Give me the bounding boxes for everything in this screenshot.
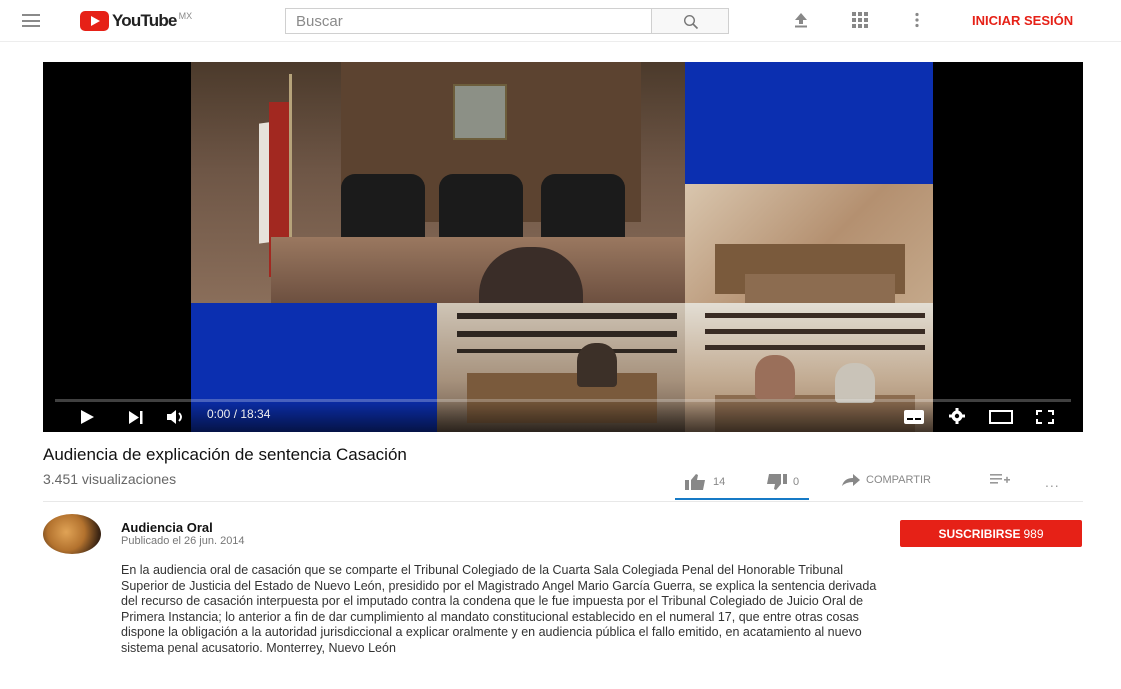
action-bar: 14 0 COMPARTIR ... — [675, 468, 1083, 500]
subscribe-label: SUSCRIBIRSE — [938, 526, 1021, 541]
more-actions-button[interactable]: ... — [1045, 474, 1060, 490]
play-icon[interactable] — [80, 410, 94, 424]
thumbs-up-icon — [685, 474, 705, 490]
next-icon[interactable] — [129, 411, 143, 424]
subscriber-count: 989 — [1023, 526, 1044, 541]
channel-name[interactable]: Audiencia Oral — [121, 520, 213, 535]
video-player[interactable]: 0:00 / 18:34 — [43, 62, 1083, 432]
like-ratio-bar — [675, 498, 809, 500]
logo-text: YouTube — [112, 11, 177, 30]
dislike-button[interactable]: 0 — [765, 474, 799, 490]
menu-icon[interactable] — [22, 14, 40, 27]
subtitles-icon[interactable] — [904, 410, 924, 424]
masthead: YouTube MX INICIAR SESIÓN — [0, 0, 1121, 42]
search-button[interactable] — [651, 8, 729, 34]
share-label: COMPARTIR — [866, 474, 931, 486]
play-logo-icon — [80, 11, 109, 31]
time-display: 0:00 / 18:34 — [207, 407, 271, 421]
courtroom-pane — [191, 62, 685, 303]
signin-link[interactable]: INICIAR SESIÓN — [972, 13, 1073, 28]
video-title: Audiencia de explicación de sentencia Ca… — [43, 445, 407, 464]
search-input[interactable] — [285, 8, 651, 34]
upload-icon[interactable] — [793, 12, 809, 28]
more-vert-icon[interactable] — [914, 12, 920, 28]
search-icon — [683, 14, 699, 30]
volume-icon[interactable] — [167, 410, 189, 424]
channel-avatar[interactable] — [43, 514, 101, 554]
logo-region: MX — [178, 11, 193, 21]
share-button[interactable]: COMPARTIR — [842, 474, 931, 486]
add-to-playlist-button[interactable] — [990, 474, 1010, 486]
player-controls — [43, 398, 1083, 432]
publish-date: Publicado el 26 jun. 2014 — [121, 535, 245, 547]
subscribe-button[interactable]: SUSCRIBIRSE 989 — [900, 520, 1082, 547]
share-arrow-icon — [842, 474, 860, 486]
coat-of-arms — [453, 84, 507, 140]
dislike-count: 0 — [793, 476, 800, 488]
view-count: 3.451 visualizaciones — [43, 471, 177, 487]
fullscreen-icon[interactable] — [1036, 410, 1054, 424]
thumbs-down-icon — [767, 474, 787, 490]
apps-grid-icon[interactable] — [852, 12, 868, 28]
theater-mode-icon[interactable] — [989, 410, 1013, 424]
settings-icon[interactable] — [949, 408, 965, 424]
progress-bar[interactable] — [55, 399, 1071, 402]
blank-pane — [685, 62, 933, 184]
add-to-playlist-icon — [990, 474, 1010, 484]
like-button[interactable]: 14 — [685, 474, 725, 490]
video-frame — [191, 62, 937, 432]
divider — [43, 501, 1083, 502]
like-count: 14 — [713, 476, 726, 488]
video-description: En la audiencia oral de casación que se … — [121, 563, 877, 655]
room-pane — [685, 184, 933, 303]
youtube-logo[interactable]: YouTube MX — [80, 10, 192, 32]
